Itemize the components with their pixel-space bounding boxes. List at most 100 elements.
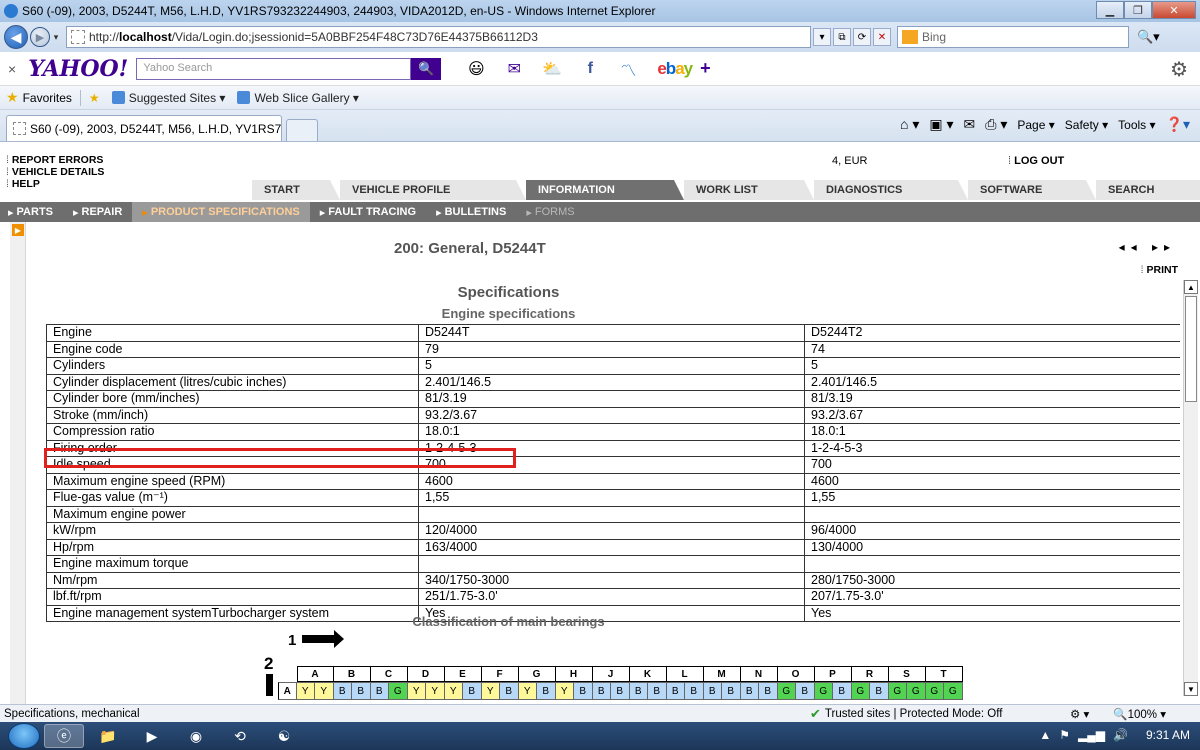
sub-tabs: PARTS REPAIR PRODUCT SPECIFICATIONS FAUL…: [0, 202, 1200, 222]
favorites-star-icon[interactable]: ★: [6, 89, 19, 106]
ie-page-icon: [111, 91, 125, 104]
security-settings-icon[interactable]: ⚙ ▾: [1070, 707, 1089, 721]
close-toolbar-icon[interactable]: ×: [8, 61, 16, 77]
browser-tab[interactable]: S60 (-09), 2003, D5244T, M56, L.H.D, YV1…: [6, 115, 282, 141]
bearing-cell: B: [629, 682, 648, 700]
address-dropdown-icon[interactable]: ▾: [813, 28, 831, 46]
start-button[interactable]: [8, 723, 40, 749]
tools-menu[interactable]: Tools ▾: [1118, 118, 1155, 132]
home-icon[interactable]: ⌂ ▾: [900, 116, 919, 133]
bearing-cell: Y: [518, 682, 537, 700]
subtab-repair[interactable]: REPAIR: [63, 202, 132, 222]
ebay-link[interactable]: ebay: [657, 59, 693, 79]
safety-menu[interactable]: Safety ▾: [1065, 118, 1108, 132]
bearing-row-label: A: [278, 682, 297, 700]
tab-diagnostics[interactable]: DIAGNOSTICS: [814, 180, 968, 200]
read-mail-icon[interactable]: ✉: [964, 116, 976, 133]
address-bar[interactable]: http://localhost/Vida/Login.do;jsessioni…: [66, 26, 811, 48]
bearing-column-header: O: [777, 666, 815, 682]
bearing-column-header: M: [703, 666, 741, 682]
spec-value: 81/3.19: [804, 390, 1180, 408]
report-errors-link[interactable]: REPORT ERRORS: [6, 154, 104, 166]
chrome-taskbar-icon[interactable]: ◉: [176, 724, 216, 748]
back-button[interactable]: ◀: [4, 25, 28, 49]
action-center-icon[interactable]: ⚑: [1059, 728, 1070, 742]
help-icon[interactable]: ❓▾: [1166, 116, 1190, 133]
maximize-button[interactable]: ❐: [1124, 1, 1152, 19]
subtab-fault-tracing[interactable]: FAULT TRACING: [310, 202, 426, 222]
yahoo-logo[interactable]: YAHOO!: [28, 56, 128, 82]
bearing-cell: B: [592, 682, 611, 700]
volume-icon[interactable]: 🔊: [1113, 728, 1128, 742]
mail-icon[interactable]: ✉: [503, 59, 525, 79]
tab-information[interactable]: INFORMATION: [526, 180, 684, 200]
media-player-taskbar-icon[interactable]: ▶: [132, 724, 172, 748]
page-menu[interactable]: Page ▾: [1017, 118, 1054, 132]
tab-work-list[interactable]: WORK LIST: [684, 180, 814, 200]
zoom-level[interactable]: 🔍100% ▾: [1113, 707, 1166, 721]
spec-value: 74: [804, 340, 1180, 358]
print-button[interactable]: PRINT: [1141, 264, 1179, 276]
suggested-sites-link[interactable]: Suggested Sites ▾: [111, 91, 225, 105]
scroll-down-icon[interactable]: ▼: [1184, 682, 1198, 696]
subtab-product-specifications[interactable]: PRODUCT SPECIFICATIONS: [132, 202, 310, 222]
bearing-column-header: A: [296, 666, 334, 682]
facebook-icon[interactable]: f: [579, 59, 601, 79]
feeds-icon[interactable]: ▣ ▾: [929, 116, 953, 133]
logout-link[interactable]: LOG OUT: [1008, 155, 1064, 167]
search-icon[interactable]: 🔍▾: [1137, 29, 1160, 45]
tab-search[interactable]: SEARCH: [1096, 180, 1200, 200]
table-row: Firing order 1-2-4-5-3 1-2-4-5-3: [46, 439, 1180, 457]
document-scrollbar[interactable]: ▲ ▼: [1183, 280, 1198, 696]
app-taskbar-icon[interactable]: ⟲: [220, 724, 260, 748]
table-row: kW/rpm 120/4000 96/4000: [46, 522, 1180, 540]
yahoo-search-button[interactable]: 🔍: [411, 57, 442, 80]
tab-software[interactable]: SOFTWARE: [968, 180, 1096, 200]
favorites-button[interactable]: Favorites: [23, 91, 72, 105]
bearing-cell: B: [796, 682, 815, 700]
web-slice-gallery-link[interactable]: Web Slice Gallery ▾: [237, 91, 359, 105]
clock[interactable]: 9:31 AM: [1146, 728, 1190, 742]
compat-view-icon[interactable]: ⧉: [833, 28, 851, 46]
subtab-parts[interactable]: PARTS: [0, 202, 63, 222]
url-text[interactable]: http://localhost/Vida/Login.do;jsessioni…: [89, 30, 806, 44]
tab-start[interactable]: START: [252, 180, 340, 200]
gear-icon[interactable]: ⚙: [1170, 57, 1188, 82]
bearing-cell: Y: [426, 682, 445, 700]
history-dropdown-icon[interactable]: ▾: [50, 32, 62, 43]
ie-taskbar-icon[interactable]: ⓔ: [44, 724, 84, 748]
subtab-bulletins[interactable]: BULLETINS: [426, 202, 516, 222]
vida-taskbar-icon[interactable]: ☯: [264, 724, 304, 748]
forward-button[interactable]: ▶: [30, 27, 50, 47]
vehicle-details-link[interactable]: VEHICLE DETAILS: [6, 166, 105, 178]
spec-value: 700: [804, 456, 1180, 474]
table-row: lbf.ft/rpm 251/1.75-3.0' 207/1.75-3.0': [46, 588, 1180, 606]
finance-icon[interactable]: 〽: [617, 59, 639, 80]
tray-expand-icon[interactable]: ▲: [1039, 728, 1051, 742]
expand-panel-icon[interactable]: ▶: [12, 224, 24, 236]
bearing-cell: B: [722, 682, 741, 700]
subtab-forms[interactable]: FORMS: [516, 202, 584, 222]
tab-vehicle-profile[interactable]: VEHICLE PROFILE: [340, 180, 526, 200]
minimize-button[interactable]: ▁: [1096, 1, 1124, 19]
network-icon[interactable]: ▂▄▆: [1078, 728, 1105, 742]
spec-value: 93.2/3.67: [418, 406, 805, 424]
print-icon[interactable]: ⎙ ▾: [985, 116, 1007, 133]
refresh-icon[interactable]: ⟳: [853, 28, 871, 46]
close-button[interactable]: ✕: [1152, 1, 1196, 19]
new-tab-button[interactable]: [286, 119, 318, 141]
add-app-icon[interactable]: +: [700, 58, 711, 79]
bing-search-input[interactable]: Bing: [897, 26, 1129, 48]
messenger-icon[interactable]: 😃: [465, 59, 487, 79]
add-favorite-icon[interactable]: ★: [89, 91, 100, 105]
weather-icon[interactable]: ⛅: [541, 59, 563, 79]
scroll-thumb[interactable]: [1185, 296, 1197, 402]
page-navigation[interactable]: ◂◂ ▸▸: [1119, 240, 1176, 254]
security-zone[interactable]: ✔ Trusted sites | Protected Mode: Off: [810, 706, 1050, 722]
scroll-up-icon[interactable]: ▲: [1184, 280, 1198, 294]
yahoo-search-input[interactable]: Yahoo Search: [136, 57, 412, 80]
stop-icon[interactable]: ✕: [873, 28, 891, 46]
explorer-taskbar-icon[interactable]: 📁: [88, 724, 128, 748]
bearing-cell: B: [740, 682, 759, 700]
bearing-cell-row: AYYBBBGYYYBYBYBYBBBBBBBBBBBGBGBGBGGGG: [278, 682, 963, 700]
